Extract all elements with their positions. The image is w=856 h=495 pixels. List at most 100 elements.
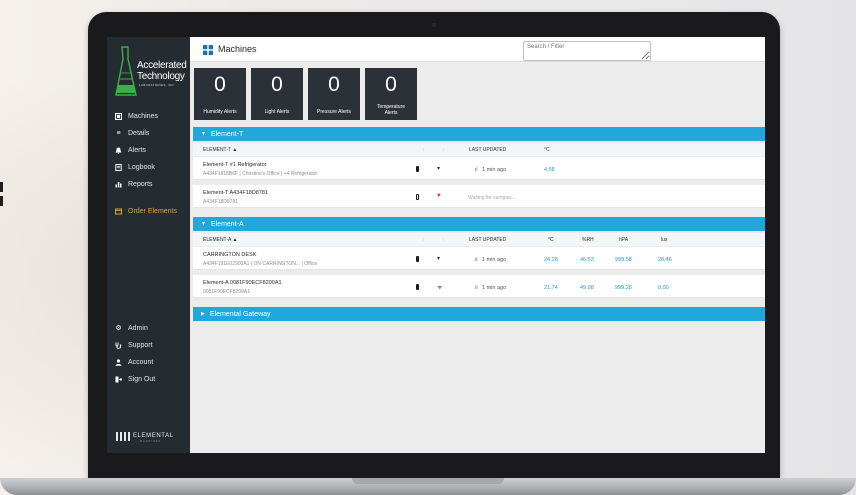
logo-line-1: Accelerated xyxy=(137,60,187,71)
nav-account[interactable]: Account xyxy=(107,355,190,369)
humidity-value: 46.53 xyxy=(580,257,594,263)
table-row[interactable]: Element-T A434F18D8781 A434F18D8781 ♥ Wa… xyxy=(193,185,765,208)
celsius-value: 21.74 xyxy=(544,285,558,291)
chevron-down-icon: ▼ xyxy=(201,131,206,137)
nav-account-label: Account xyxy=(128,358,154,366)
nav-details[interactable]: ≡ Details xyxy=(107,126,190,140)
bell-icon xyxy=(115,147,122,154)
last-updated: 1 min ago xyxy=(482,257,507,263)
col-updated-header[interactable]: LAST UPDATED xyxy=(469,147,506,153)
page-title: Machines xyxy=(218,44,257,54)
laptop-notch xyxy=(352,478,504,484)
col-name-header[interactable]: ELEMENT-A ▲ xyxy=(203,237,237,243)
temperature-alerts-card[interactable]: 0 Temperature Alerts xyxy=(365,68,417,120)
grid-icon xyxy=(203,45,213,55)
background-mark xyxy=(0,196,3,206)
battery-icon xyxy=(416,166,419,172)
table-row[interactable]: CARRINGTON DESK A434F191E02900A1 | ON CA… xyxy=(193,247,765,270)
table-header-element-a: ELEMENT-A ▲ ↕ ↕ LAST UPDATED °C %RH hPA … xyxy=(193,233,765,246)
main-panel: Machines 0 Humidity Alerts 0 Light Alert… xyxy=(190,37,765,453)
pressure-alert-label: Pressure Alerts xyxy=(317,109,351,115)
elemental-bars-icon xyxy=(116,431,130,441)
light-alert-label: Light Alerts xyxy=(264,109,290,115)
nav-order-label: Order Elements xyxy=(128,207,178,215)
section-gateway-header[interactable]: ▶ Elemental Gateway xyxy=(193,307,765,321)
nav-alerts[interactable]: Alerts xyxy=(107,143,190,157)
section-element-a-header[interactable]: ▼ Element-A xyxy=(193,217,765,231)
nav-admin-label: Admin xyxy=(128,324,148,332)
device-name: CARRINGTON DESK xyxy=(203,252,257,258)
nav-admin[interactable]: ⚙ Admin xyxy=(107,321,190,335)
col-celsius-header[interactable]: °C xyxy=(544,147,550,153)
table-header-element-t: ELEMENT-T ▲ ↕ ↕ LAST UPDATED °C xyxy=(193,143,765,156)
device-subtitle: A434F1918B6F | Christine's Office | +4 R… xyxy=(203,171,318,177)
nav-machines[interactable]: Machines xyxy=(107,109,190,123)
stethoscope-icon xyxy=(115,342,122,349)
nav-machines-label: Machines xyxy=(128,112,158,120)
nav-order-elements[interactable]: Order Elements xyxy=(107,204,190,218)
chevron-down-icon: ▼ xyxy=(201,221,206,227)
nav-support[interactable]: Support xyxy=(107,338,190,352)
background-mark xyxy=(0,182,3,192)
sort-icon[interactable]: ↕ xyxy=(442,147,445,153)
col-humidity-header[interactable]: %RH xyxy=(582,237,594,243)
battery-icon xyxy=(416,284,419,290)
humidity-value: 49.98 xyxy=(580,285,594,291)
wifi-icon: ▾ xyxy=(437,166,441,172)
elemental-wordmark: ELEMENTAL xyxy=(133,433,174,439)
top-bar: Machines xyxy=(190,37,765,62)
elemental-logo[interactable]: ELEMENTAL MACHINES xyxy=(116,429,174,443)
table-row[interactable]: Element-A 0081F90ECF8200A1 0081F90ECF820… xyxy=(193,275,765,298)
nav-reports[interactable]: Reports xyxy=(107,177,190,191)
col-pressure-header[interactable]: hPA xyxy=(619,237,628,243)
credit-card-icon xyxy=(115,208,122,215)
company-logo[interactable]: Accelerated Technology LABORATORIES, INC… xyxy=(115,45,187,99)
humidity-alerts-card[interactable]: 0 Humidity Alerts xyxy=(194,68,246,120)
pressure-value: 999.58 xyxy=(615,257,632,263)
humidity-alert-count: 0 xyxy=(214,73,226,96)
search-input[interactable] xyxy=(523,41,651,61)
light-alert-count: 0 xyxy=(271,73,283,96)
sort-icon[interactable]: ↕ xyxy=(422,147,425,153)
celsius-value: 24.28 xyxy=(544,257,558,263)
nav-support-label: Support xyxy=(128,341,153,349)
sort-icon[interactable]: ↕ xyxy=(442,237,445,243)
bar-chart-icon xyxy=(115,181,122,188)
signal-icon: ıl xyxy=(475,167,478,173)
logo-line-2: Technology xyxy=(137,71,185,82)
nav-sign-out[interactable]: Sign Out xyxy=(107,372,190,386)
lux-value: 28.46 xyxy=(658,257,672,263)
section-title: Element-A xyxy=(210,220,244,228)
last-updated: 1 min ago xyxy=(482,285,507,291)
app-screen: Accelerated Technology LABORATORIES, INC… xyxy=(107,37,765,453)
pressure-value: 999.28 xyxy=(615,285,632,291)
sign-out-icon xyxy=(115,376,122,383)
elemental-subtitle: MACHINES xyxy=(140,440,162,443)
sort-icon[interactable]: ↕ xyxy=(422,237,425,243)
sidebar: Accelerated Technology LABORATORIES, INC… xyxy=(107,37,190,453)
book-icon xyxy=(115,163,122,171)
nav-reports-label: Reports xyxy=(128,180,153,188)
col-name-label: ELEMENT-T xyxy=(203,147,231,153)
col-celsius-header[interactable]: °C xyxy=(548,237,554,243)
col-updated-header[interactable]: LAST UPDATED xyxy=(469,237,506,243)
battery-icon xyxy=(416,256,419,262)
lux-value: 0.00 xyxy=(658,285,669,291)
user-icon xyxy=(115,358,122,366)
nav-logbook[interactable]: Logbook xyxy=(107,160,190,174)
light-alerts-card[interactable]: 0 Light Alerts xyxy=(251,68,303,120)
col-name-header[interactable]: ELEMENT-T ▲ xyxy=(203,147,237,153)
section-element-t-header[interactable]: ▼ Element-T xyxy=(193,127,765,141)
wifi-icon: ᯤ xyxy=(437,285,443,291)
signal-icon: ıl xyxy=(475,257,478,263)
humidity-alert-label: Humidity Alerts xyxy=(203,109,237,115)
table-row[interactable]: Element-T #1 Refrigerator A434F1918B6F |… xyxy=(193,157,765,180)
nav-signout-label: Sign Out xyxy=(128,375,156,383)
device-name: Element-T #1 Refrigerator xyxy=(203,162,267,168)
gear-icon: ⚙ xyxy=(115,324,122,332)
pressure-alerts-card[interactable]: 0 Pressure Alerts xyxy=(308,68,360,120)
col-lux-header[interactable]: lux xyxy=(661,237,667,243)
temperature-alert-label-2: Alerts xyxy=(384,110,398,116)
temperature-alert-count: 0 xyxy=(385,73,397,96)
device-subtitle: A434F191E02900A1 | ON CARRINGTON... | Of… xyxy=(203,261,318,267)
